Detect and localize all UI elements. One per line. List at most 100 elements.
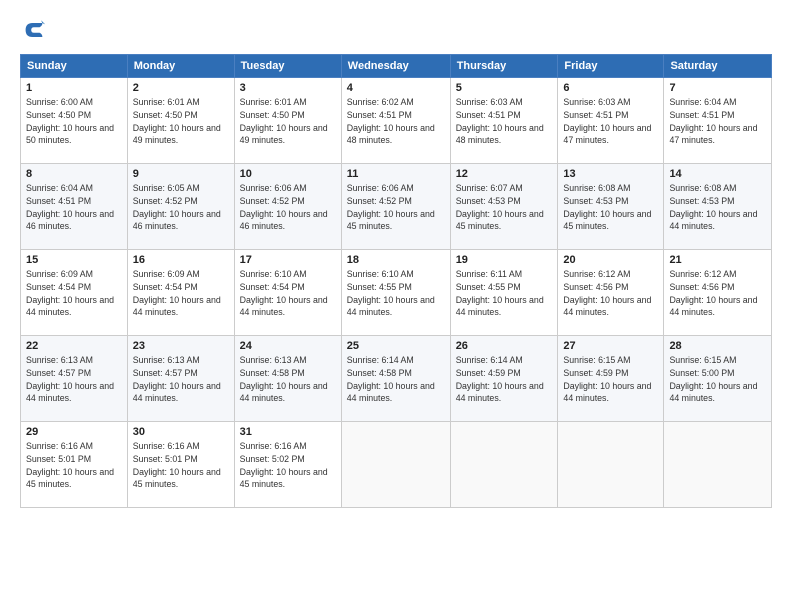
calendar: SundayMondayTuesdayWednesdayThursdayFrid… [20,54,772,508]
day-number: 13 [563,168,658,180]
day-cell-23: 23 Sunrise: 6:13 AMSunset: 4:57 PMDaylig… [127,336,234,422]
day-info: Sunrise: 6:13 AMSunset: 4:58 PMDaylight:… [240,355,328,403]
day-number: 29 [26,426,122,438]
day-info: Sunrise: 6:16 AMSunset: 5:01 PMDaylight:… [133,441,221,489]
day-info: Sunrise: 6:16 AMSunset: 5:01 PMDaylight:… [26,441,114,489]
day-cell-29: 29 Sunrise: 6:16 AMSunset: 5:01 PMDaylig… [21,422,128,508]
day-cell-25: 25 Sunrise: 6:14 AMSunset: 4:58 PMDaylig… [341,336,450,422]
day-info: Sunrise: 6:00 AMSunset: 4:50 PMDaylight:… [26,97,114,145]
day-cell-22: 22 Sunrise: 6:13 AMSunset: 4:57 PMDaylig… [21,336,128,422]
day-info: Sunrise: 6:01 AMSunset: 4:50 PMDaylight:… [240,97,328,145]
day-number: 8 [26,168,122,180]
day-cell-7: 7 Sunrise: 6:04 AMSunset: 4:51 PMDayligh… [664,78,772,164]
header-thursday: Thursday [450,55,558,78]
day-info: Sunrise: 6:09 AMSunset: 4:54 PMDaylight:… [26,269,114,317]
day-info: Sunrise: 6:13 AMSunset: 4:57 PMDaylight:… [26,355,114,403]
day-info: Sunrise: 6:16 AMSunset: 5:02 PMDaylight:… [240,441,328,489]
empty-cell [450,422,558,508]
header-friday: Friday [558,55,664,78]
header-wednesday: Wednesday [341,55,450,78]
day-number: 12 [456,168,553,180]
day-number: 16 [133,254,229,266]
day-cell-6: 6 Sunrise: 6:03 AMSunset: 4:51 PMDayligh… [558,78,664,164]
header-sunday: Sunday [21,55,128,78]
day-info: Sunrise: 6:13 AMSunset: 4:57 PMDaylight:… [133,355,221,403]
day-cell-8: 8 Sunrise: 6:04 AMSunset: 4:51 PMDayligh… [21,164,128,250]
week-row-3: 15 Sunrise: 6:09 AMSunset: 4:54 PMDaylig… [21,250,772,336]
day-cell-14: 14 Sunrise: 6:08 AMSunset: 4:53 PMDaylig… [664,164,772,250]
day-cell-28: 28 Sunrise: 6:15 AMSunset: 5:00 PMDaylig… [664,336,772,422]
day-cell-16: 16 Sunrise: 6:09 AMSunset: 4:54 PMDaylig… [127,250,234,336]
day-number: 7 [669,82,766,94]
header-tuesday: Tuesday [234,55,341,78]
day-info: Sunrise: 6:01 AMSunset: 4:50 PMDaylight:… [133,97,221,145]
week-row-4: 22 Sunrise: 6:13 AMSunset: 4:57 PMDaylig… [21,336,772,422]
day-number: 23 [133,340,229,352]
day-number: 18 [347,254,445,266]
day-info: Sunrise: 6:02 AMSunset: 4:51 PMDaylight:… [347,97,435,145]
day-number: 27 [563,340,658,352]
day-number: 10 [240,168,336,180]
day-cell-10: 10 Sunrise: 6:06 AMSunset: 4:52 PMDaylig… [234,164,341,250]
week-row-2: 8 Sunrise: 6:04 AMSunset: 4:51 PMDayligh… [21,164,772,250]
logo-icon [20,16,48,44]
calendar-header-row: SundayMondayTuesdayWednesdayThursdayFrid… [21,55,772,78]
day-info: Sunrise: 6:06 AMSunset: 4:52 PMDaylight:… [347,183,435,231]
day-info: Sunrise: 6:05 AMSunset: 4:52 PMDaylight:… [133,183,221,231]
day-info: Sunrise: 6:15 AMSunset: 4:59 PMDaylight:… [563,355,651,403]
header-saturday: Saturday [664,55,772,78]
day-number: 17 [240,254,336,266]
day-number: 5 [456,82,553,94]
day-info: Sunrise: 6:10 AMSunset: 4:55 PMDaylight:… [347,269,435,317]
day-number: 15 [26,254,122,266]
logo [20,16,52,44]
day-cell-3: 3 Sunrise: 6:01 AMSunset: 4:50 PMDayligh… [234,78,341,164]
day-info: Sunrise: 6:14 AMSunset: 4:59 PMDaylight:… [456,355,544,403]
day-info: Sunrise: 6:10 AMSunset: 4:54 PMDaylight:… [240,269,328,317]
day-number: 20 [563,254,658,266]
day-cell-17: 17 Sunrise: 6:10 AMSunset: 4:54 PMDaylig… [234,250,341,336]
day-number: 21 [669,254,766,266]
day-info: Sunrise: 6:04 AMSunset: 4:51 PMDaylight:… [669,97,757,145]
week-row-1: 1 Sunrise: 6:00 AMSunset: 4:50 PMDayligh… [21,78,772,164]
day-cell-1: 1 Sunrise: 6:00 AMSunset: 4:50 PMDayligh… [21,78,128,164]
day-cell-9: 9 Sunrise: 6:05 AMSunset: 4:52 PMDayligh… [127,164,234,250]
empty-cell [341,422,450,508]
day-number: 9 [133,168,229,180]
day-number: 31 [240,426,336,438]
day-number: 11 [347,168,445,180]
day-number: 30 [133,426,229,438]
header-monday: Monday [127,55,234,78]
day-cell-13: 13 Sunrise: 6:08 AMSunset: 4:53 PMDaylig… [558,164,664,250]
day-info: Sunrise: 6:08 AMSunset: 4:53 PMDaylight:… [563,183,651,231]
day-info: Sunrise: 6:06 AMSunset: 4:52 PMDaylight:… [240,183,328,231]
day-info: Sunrise: 6:08 AMSunset: 4:53 PMDaylight:… [669,183,757,231]
day-cell-21: 21 Sunrise: 6:12 AMSunset: 4:56 PMDaylig… [664,250,772,336]
day-cell-4: 4 Sunrise: 6:02 AMSunset: 4:51 PMDayligh… [341,78,450,164]
day-info: Sunrise: 6:11 AMSunset: 4:55 PMDaylight:… [456,269,544,317]
empty-cell [664,422,772,508]
day-cell-11: 11 Sunrise: 6:06 AMSunset: 4:52 PMDaylig… [341,164,450,250]
day-cell-15: 15 Sunrise: 6:09 AMSunset: 4:54 PMDaylig… [21,250,128,336]
day-number: 26 [456,340,553,352]
day-cell-2: 2 Sunrise: 6:01 AMSunset: 4:50 PMDayligh… [127,78,234,164]
day-cell-18: 18 Sunrise: 6:10 AMSunset: 4:55 PMDaylig… [341,250,450,336]
page: SundayMondayTuesdayWednesdayThursdayFrid… [0,0,792,612]
day-number: 25 [347,340,445,352]
day-number: 3 [240,82,336,94]
day-info: Sunrise: 6:09 AMSunset: 4:54 PMDaylight:… [133,269,221,317]
day-cell-24: 24 Sunrise: 6:13 AMSunset: 4:58 PMDaylig… [234,336,341,422]
day-cell-30: 30 Sunrise: 6:16 AMSunset: 5:01 PMDaylig… [127,422,234,508]
day-number: 19 [456,254,553,266]
day-cell-12: 12 Sunrise: 6:07 AMSunset: 4:53 PMDaylig… [450,164,558,250]
day-number: 14 [669,168,766,180]
header [20,16,772,44]
day-number: 22 [26,340,122,352]
day-number: 24 [240,340,336,352]
day-info: Sunrise: 6:04 AMSunset: 4:51 PMDaylight:… [26,183,114,231]
week-row-5: 29 Sunrise: 6:16 AMSunset: 5:01 PMDaylig… [21,422,772,508]
day-info: Sunrise: 6:15 AMSunset: 5:00 PMDaylight:… [669,355,757,403]
day-info: Sunrise: 6:07 AMSunset: 4:53 PMDaylight:… [456,183,544,231]
day-number: 4 [347,82,445,94]
day-cell-27: 27 Sunrise: 6:15 AMSunset: 4:59 PMDaylig… [558,336,664,422]
